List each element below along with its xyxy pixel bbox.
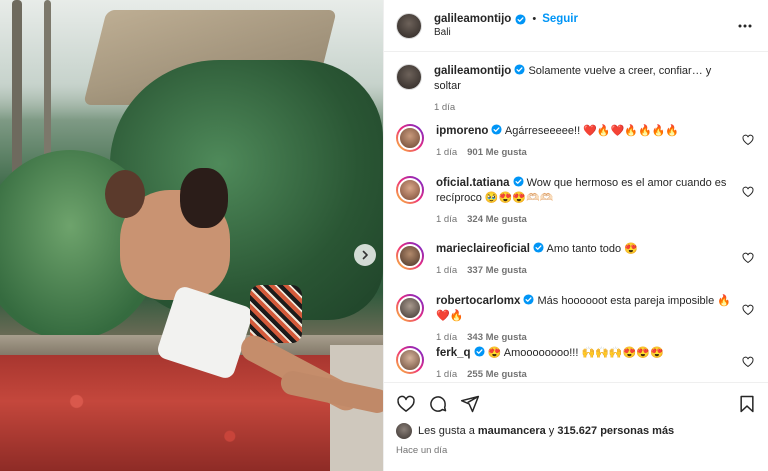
commenter-avatar[interactable] — [396, 346, 424, 374]
commenter-avatar[interactable] — [396, 294, 424, 322]
post-photo[interactable] — [0, 0, 383, 471]
comment-meta: 1 día 255 Me gusta — [436, 369, 734, 380]
action-bar — [396, 393, 757, 415]
like-comment-heart-icon[interactable] — [742, 134, 754, 146]
author-avatar[interactable] — [396, 12, 422, 39]
post-location[interactable]: Bali — [434, 27, 736, 38]
verified-badge-icon — [533, 242, 544, 253]
comment-text: Agárreseeeee!! ❤️🔥❤️🔥🔥🔥🔥 — [504, 125, 680, 137]
liked-prefix: Les gusta a — [418, 425, 475, 437]
comment-meta: 1 día 343 Me gusta — [436, 332, 734, 343]
comment-likes[interactable]: 343 Me gusta — [467, 332, 527, 343]
photo-couple-head — [180, 168, 228, 228]
photo-couple-head — [105, 170, 145, 218]
comment-username[interactable]: ferk_q — [436, 347, 471, 359]
comment-body: marieclaireoficial Amo tanto todo 😍 1 dí… — [436, 242, 756, 294]
comment-text-line: ipmoreno Agárreseeeee!! ❤️🔥❤️🔥🔥🔥🔥 — [436, 124, 734, 139]
comment-item: robertocarlomx Más hoooooot esta pareja … — [396, 294, 756, 346]
instagram-post-view: galileamontijo • Seguir Bali galileamont… — [0, 0, 768, 471]
like-comment-heart-icon[interactable] — [742, 356, 754, 368]
comment-text: Amo tanto todo 😍 — [546, 243, 638, 255]
comment-time[interactable]: 1 día — [436, 147, 457, 158]
caption-text-line: galileamontijo Solamente vuelve a creer,… — [434, 64, 734, 94]
verified-badge-icon — [491, 124, 502, 135]
verified-badge-icon — [513, 176, 524, 187]
liker-avatar[interactable] — [396, 423, 412, 439]
comment-meta: 1 día 324 Me gusta — [436, 214, 734, 225]
separator-dot: • — [532, 13, 537, 25]
comment-text: 😍 Amoooooooo!!! 🙌🙌🙌😍😍😍 — [487, 347, 664, 359]
comment-meta: 1 día 901 Me gusta — [436, 147, 734, 158]
caption-body: galileamontijo Solamente vuelve a creer,… — [434, 64, 756, 124]
like-comment-heart-icon[interactable] — [742, 304, 754, 316]
like-comment-heart-icon[interactable] — [742, 252, 754, 264]
comment-text-line: ferk_q 😍 Amoooooooo!!! 🙌🙌🙌😍😍😍 — [436, 346, 734, 361]
post-header: galileamontijo • Seguir Bali — [384, 0, 768, 52]
more-options-button[interactable] — [736, 17, 754, 35]
comment-likes[interactable]: 255 Me gusta — [467, 369, 527, 380]
author-username[interactable]: galileamontijo — [434, 13, 511, 25]
comment-likes[interactable]: 337 Me gusta — [467, 265, 527, 276]
caption-time[interactable]: 1 día — [434, 102, 455, 113]
liked-count[interactable]: 315.627 personas más — [557, 425, 674, 437]
chevron-right-icon — [362, 250, 368, 260]
commenter-avatar[interactable] — [396, 176, 424, 204]
caption-author[interactable]: galileamontijo — [434, 65, 511, 77]
comment-time[interactable]: 1 día — [436, 214, 457, 225]
photo-crochet-skirt — [250, 285, 302, 343]
like-comment-heart-icon[interactable] — [742, 186, 754, 198]
comment-time[interactable]: 1 día — [436, 265, 457, 276]
likes-summary: Les gusta a maumancera y 315.627 persona… — [396, 423, 757, 439]
comment-username[interactable]: ipmoreno — [436, 125, 488, 137]
comment-time[interactable]: 1 día — [436, 332, 457, 343]
comment-username[interactable]: marieclaireoficial — [436, 243, 530, 255]
liked-middle: y — [545, 425, 558, 437]
comment-item: ipmoreno Agárreseeeee!! ❤️🔥❤️🔥🔥🔥🔥 1 día … — [396, 124, 756, 176]
commenter-avatar[interactable] — [396, 242, 424, 270]
liked-user[interactable]: maumancera — [478, 425, 546, 437]
comment-username[interactable]: oficial.tatiana — [436, 177, 510, 189]
caption-meta: 1 día — [434, 102, 734, 113]
comment-text-line: oficial.tatiana Wow que hermoso es el am… — [436, 176, 734, 206]
comment-likes[interactable]: 901 Me gusta — [467, 147, 527, 158]
verified-badge-icon — [515, 13, 526, 25]
comments-list: galileamontijo Solamente vuelve a creer,… — [384, 52, 768, 398]
comment-username[interactable]: robertocarlomx — [436, 295, 520, 307]
comment-body: oficial.tatiana Wow que hermoso es el am… — [436, 176, 756, 242]
share-icon[interactable] — [460, 394, 480, 414]
post-sidebar: galileamontijo • Seguir Bali galileamont… — [383, 0, 768, 471]
caption: galileamontijo Solamente vuelve a creer,… — [396, 64, 756, 124]
caption-author-avatar[interactable] — [396, 64, 422, 90]
comment-body: robertocarlomx Más hoooooot esta pareja … — [436, 294, 756, 346]
author-row: galileamontijo • Seguir — [434, 13, 736, 25]
comment-text-line: robertocarlomx Más hoooooot esta pareja … — [436, 294, 734, 324]
post-actions: Les gusta a maumancera y 315.627 persona… — [384, 382, 768, 456]
author-info: galileamontijo • Seguir Bali — [434, 13, 736, 38]
comment-meta: 1 día 337 Me gusta — [436, 265, 734, 276]
comment-icon[interactable] — [428, 394, 448, 414]
verified-badge-icon — [514, 64, 525, 75]
post-timestamp[interactable]: Hace un día — [396, 445, 757, 456]
comment-text-line: marieclaireoficial Amo tanto todo 😍 — [436, 242, 734, 257]
comment-item: marieclaireoficial Amo tanto todo 😍 1 dí… — [396, 242, 756, 294]
verified-badge-icon — [474, 346, 485, 357]
next-photo-button[interactable] — [354, 244, 376, 266]
follow-button[interactable]: Seguir — [542, 13, 578, 25]
commenter-avatar[interactable] — [396, 124, 424, 152]
more-horizontal-icon — [738, 24, 752, 27]
comment-likes[interactable]: 324 Me gusta — [467, 214, 527, 225]
comment-item: oficial.tatiana Wow que hermoso es el am… — [396, 176, 756, 242]
verified-badge-icon — [523, 294, 534, 305]
bookmark-icon[interactable] — [737, 394, 757, 414]
comment-time[interactable]: 1 día — [436, 369, 457, 380]
heart-icon[interactable] — [396, 394, 416, 414]
comment-body: ipmoreno Agárreseeeee!! ❤️🔥❤️🔥🔥🔥🔥 1 día … — [436, 124, 756, 176]
photo-palm-trunk — [44, 0, 51, 170]
